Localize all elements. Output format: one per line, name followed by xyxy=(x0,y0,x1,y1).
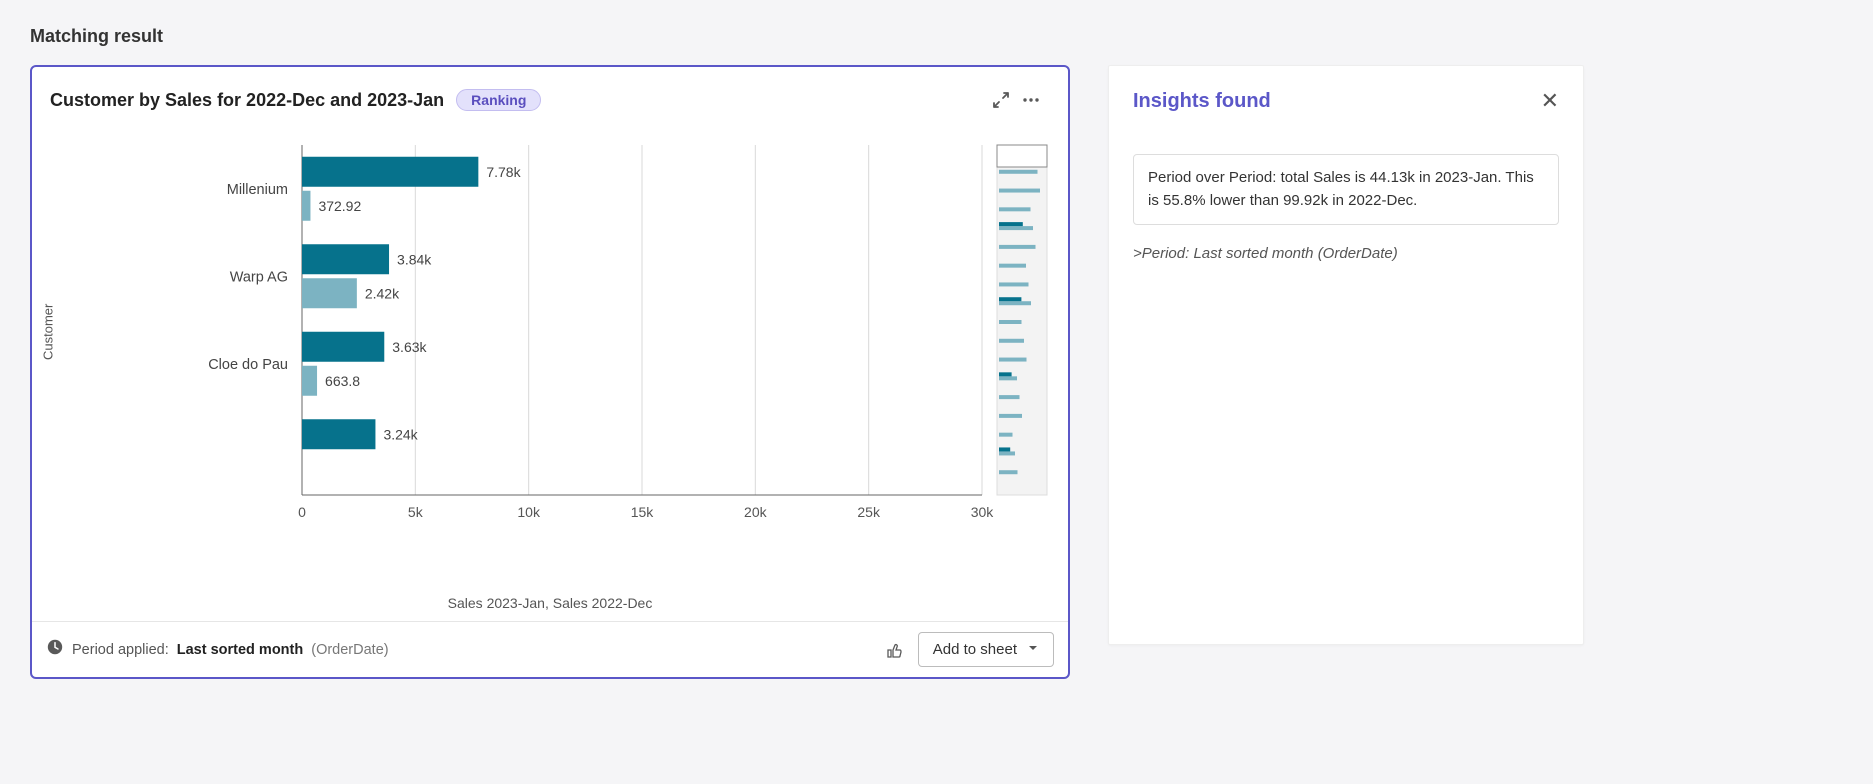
svg-text:30k: 30k xyxy=(971,504,995,520)
svg-text:Millenium: Millenium xyxy=(227,182,288,198)
bar-chart[interactable]: 0 5k 10k 15k 20k 25k 30k Millenium 7.78k 372.92 Wa… xyxy=(92,135,1052,565)
svg-text:3.84k: 3.84k xyxy=(397,252,432,268)
thumbs-feedback-icon[interactable] xyxy=(880,635,910,665)
caret-down-icon xyxy=(1027,641,1039,658)
clock-icon xyxy=(46,638,64,661)
x-axis-label: Sales 2023-Jan, Sales 2022-Dec xyxy=(32,595,1068,621)
insight-period-note: >Period: Last sorted month (OrderDate) xyxy=(1133,245,1559,262)
period-applied-label: Period applied: xyxy=(72,642,169,658)
add-to-sheet-label: Add to sheet xyxy=(933,641,1017,658)
svg-text:Cloe do Pau: Cloe do Pau xyxy=(208,357,288,373)
section-title: Matching result xyxy=(30,26,1843,47)
period-applied-field: (OrderDate) xyxy=(311,642,388,658)
chart-card: Customer by Sales for 2022-Dec and 2023-… xyxy=(30,65,1070,679)
insights-panel: Insights found ✕ Period over Period: tot… xyxy=(1108,65,1584,645)
svg-text:2.42k: 2.42k xyxy=(365,286,400,302)
close-icon[interactable]: ✕ xyxy=(1541,88,1559,114)
y-axis-label: Customer xyxy=(41,304,56,360)
svg-text:25k: 25k xyxy=(857,504,881,520)
insight-text: Period over Period: total Sales is 44.13… xyxy=(1133,154,1559,225)
chart-body: Customer 0 5k 10k 15k 20k 25k 30k Millenium 7.78… xyxy=(32,125,1068,595)
insights-title: Insights found xyxy=(1133,90,1271,113)
ranking-chip: Ranking xyxy=(456,89,541,111)
more-menu-icon[interactable] xyxy=(1016,85,1046,115)
svg-text:3.24k: 3.24k xyxy=(383,427,418,443)
svg-text:5k: 5k xyxy=(408,504,424,520)
svg-text:0: 0 xyxy=(298,504,306,520)
fullscreen-icon[interactable] xyxy=(986,85,1016,115)
svg-text:663.8: 663.8 xyxy=(325,373,360,389)
svg-text:372.92: 372.92 xyxy=(318,198,361,214)
svg-text:10k: 10k xyxy=(517,504,541,520)
svg-text:Warp AG: Warp AG xyxy=(230,269,288,285)
add-to-sheet-button[interactable]: Add to sheet xyxy=(918,632,1054,667)
card-footer: Period applied: Last sorted month (Order… xyxy=(32,621,1068,677)
svg-text:20k: 20k xyxy=(744,504,768,520)
svg-text:7.78k: 7.78k xyxy=(486,164,521,180)
period-applied-value: Last sorted month xyxy=(177,642,303,658)
svg-text:15k: 15k xyxy=(631,504,655,520)
chart-title: Customer by Sales for 2022-Dec and 2023-… xyxy=(50,90,444,111)
card-header: Customer by Sales for 2022-Dec and 2023-… xyxy=(32,67,1068,125)
svg-text:3.63k: 3.63k xyxy=(392,339,427,355)
